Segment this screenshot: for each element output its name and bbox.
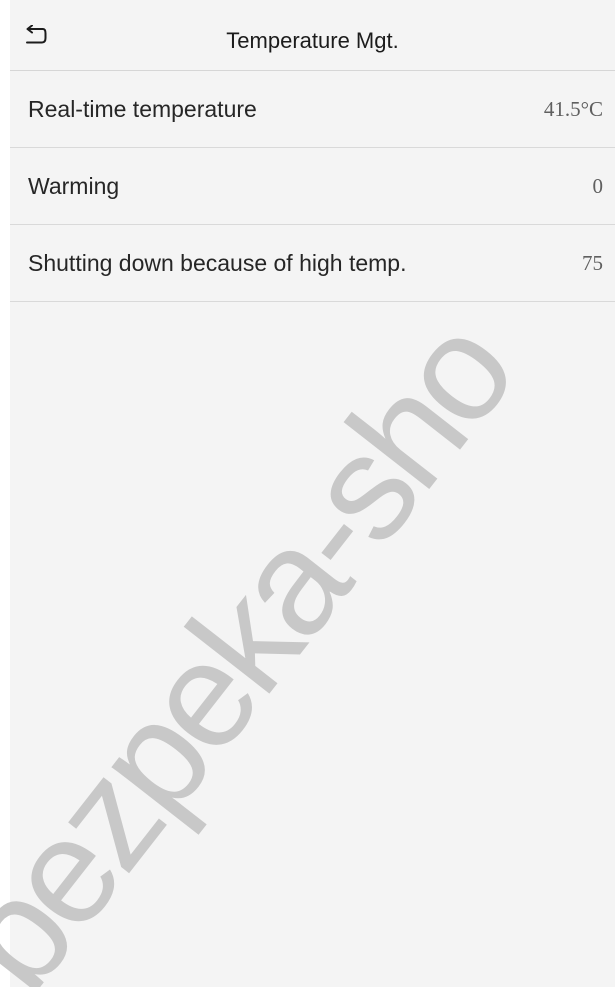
header-bar: Temperature Mgt. (10, 10, 615, 71)
setting-row-warming[interactable]: Warming 0 (10, 148, 615, 225)
settings-list: Real-time temperature 41.5°C Warming 0 S… (10, 71, 615, 302)
page-title: Temperature Mgt. (226, 28, 399, 53)
setting-value: 41.5°C (543, 96, 603, 121)
setting-row-real-time-temperature[interactable]: Real-time temperature 41.5°C (10, 71, 615, 148)
setting-row-high-temp-shutdown[interactable]: Shutting down because of high temp. 75 (10, 225, 615, 302)
settings-screen: Temperature Mgt. Real-time temperature 4… (10, 0, 615, 987)
setting-label: Shutting down because of high temp. (28, 249, 407, 276)
setting-value: 75 (582, 250, 603, 275)
setting-label: Real-time temperature (28, 95, 257, 122)
setting-label: Warming (28, 172, 120, 199)
setting-value: 0 (592, 173, 604, 198)
back-button[interactable] (14, 18, 54, 58)
back-arrow-icon (21, 24, 47, 52)
